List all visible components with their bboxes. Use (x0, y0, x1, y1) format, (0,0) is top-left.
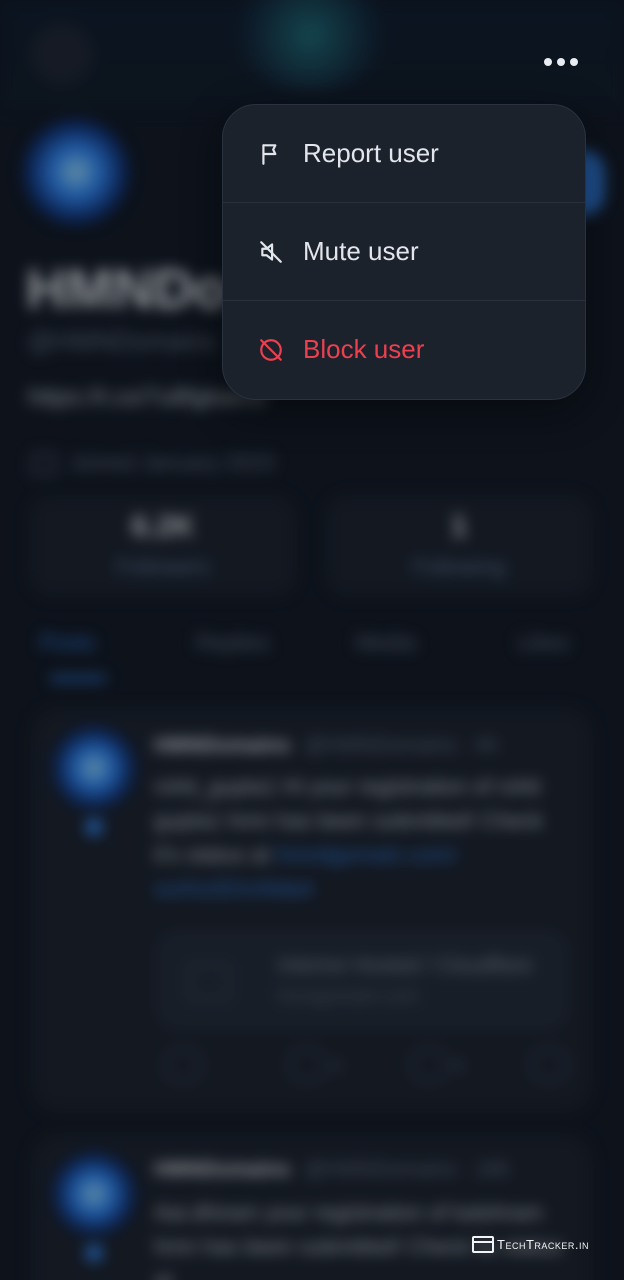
browser-window-icon (472, 1236, 494, 1253)
flag-icon (257, 140, 285, 168)
watermark: TechTracker.in (472, 1236, 589, 1253)
user-actions-menu: Report user Mute user Block user (222, 104, 586, 400)
menu-item-block-user[interactable]: Block user (223, 300, 585, 398)
menu-item-label: Block user (303, 334, 425, 364)
mute-icon (257, 238, 285, 266)
menu-item-report-user[interactable]: Report user (223, 105, 585, 202)
more-horizontal-icon (544, 58, 578, 66)
watermark-text: TechTracker.in (497, 1237, 590, 1252)
block-icon (257, 336, 285, 364)
menu-item-label: Report user (303, 138, 439, 168)
profile-screen: HMNDo @HMNDomains https://t.co/7u8fgkwmv… (0, 0, 624, 1280)
more-options-button[interactable] (529, 30, 593, 94)
menu-item-label: Mute user (303, 236, 419, 266)
menu-item-mute-user[interactable]: Mute user (223, 202, 585, 300)
